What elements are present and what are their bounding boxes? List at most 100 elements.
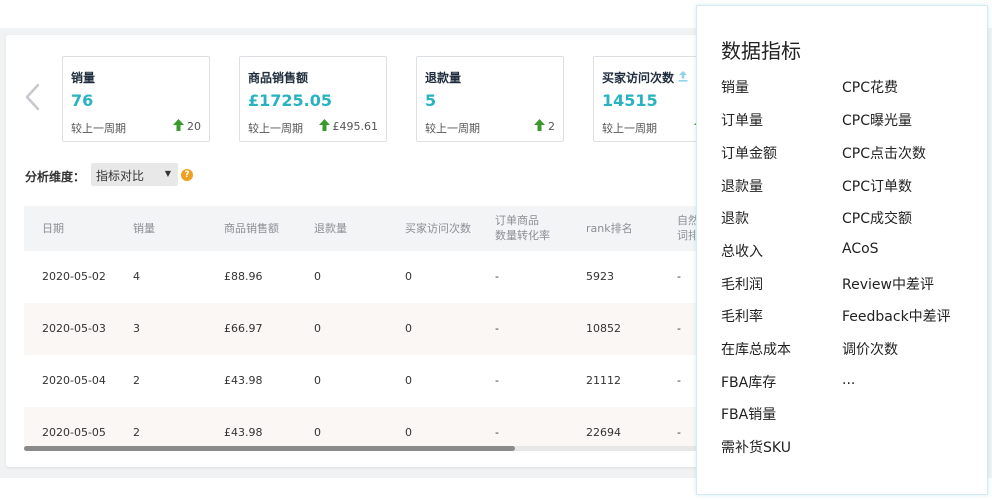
metric-item[interactable]: Feedback中差评 <box>842 306 951 326</box>
cell-rank: 21112 <box>586 374 621 387</box>
cell-sales: 3 <box>133 322 140 335</box>
kpi-title: 买家访问次数 <box>602 69 688 86</box>
table-header: 日期 销量 商品销售额 退款量 买家访问次数 订单商品 数量转化率 rank排名… <box>24 206 706 251</box>
kpi-compare-label: 较上一周期 <box>602 122 657 135</box>
kpi-title: 商品销售额 <box>248 71 309 85</box>
kpi-compare-label: 较上一周期 <box>71 122 126 135</box>
kpi-value: 76 <box>71 91 94 110</box>
export-icon[interactable] <box>678 71 688 82</box>
kpi-value: £1725.05 <box>248 91 333 110</box>
cell-conversion: - <box>495 426 499 439</box>
column-header-sales: 销量 <box>133 222 155 235</box>
cell-refunds: 0 <box>314 270 321 283</box>
kpi-value: 14515 <box>602 91 658 110</box>
cell-sales: 2 <box>133 374 140 387</box>
kpi-delta-value: 2 <box>548 120 555 133</box>
column-header-visits: 买家访问次数 <box>405 222 471 235</box>
cell-rank: 5923 <box>586 270 614 283</box>
cell-rank: 10852 <box>586 322 621 335</box>
cell-date: 2020-05-04 <box>42 374 106 387</box>
cell-refunds: 0 <box>314 426 321 439</box>
metric-item[interactable]: 在库总成本 <box>721 339 791 359</box>
cell-visits: 0 <box>405 270 412 283</box>
cell-organic: - <box>677 426 681 439</box>
cell-revenue: £88.96 <box>224 270 263 283</box>
arrow-up-icon <box>318 119 330 131</box>
kpi-compare-label: 较上一周期 <box>425 122 480 135</box>
data-table: 日期 销量 商品销售额 退款量 买家访问次数 订单商品 数量转化率 rank排名… <box>24 206 706 451</box>
kpi-delta: £495.61 <box>318 119 379 133</box>
cell-sales: 2 <box>133 426 140 439</box>
cell-conversion: - <box>495 270 499 283</box>
help-icon[interactable]: ? <box>181 169 193 181</box>
kpi-delta-value: 20 <box>187 120 201 133</box>
kpi-delta-value: £495.61 <box>332 120 379 133</box>
cell-sales: 4 <box>133 270 140 283</box>
cell-organic: - <box>677 270 681 283</box>
dimension-select[interactable]: 指标对比 ▼ <box>91 163 178 186</box>
chevron-left-icon <box>25 83 40 111</box>
kpi-value: 5 <box>425 91 437 110</box>
column-header-date: 日期 <box>42 222 64 235</box>
metric-item[interactable]: 订单金额 <box>721 143 777 163</box>
metric-item[interactable]: 退款 <box>721 208 749 228</box>
kpi-card-revenue[interactable]: 商品销售额 £1725.05 较上一周期 £495.61 <box>239 56 387 142</box>
cell-conversion: - <box>495 374 499 387</box>
column-header-conversion-line1: 订单商品 <box>495 214 539 227</box>
metric-item[interactable]: CPC成交额 <box>842 208 912 228</box>
metric-item[interactable]: FBA库存 <box>721 372 776 392</box>
cell-visits: 0 <box>405 426 412 439</box>
metric-item[interactable]: CPC点击次数 <box>842 143 926 163</box>
metric-item[interactable]: 毛利润 <box>721 274 763 294</box>
metric-item[interactable]: CPC曝光量 <box>842 110 912 130</box>
metric-item[interactable]: 需补货SKU <box>721 437 791 457</box>
metric-item[interactable]: Review中差评 <box>842 274 934 294</box>
column-header-refunds: 退款量 <box>314 222 347 235</box>
kpi-delta: 20 <box>173 119 201 133</box>
dimension-label: 分析维度： <box>25 170 86 184</box>
metric-item[interactable]: 销量 <box>721 77 749 97</box>
column-header-revenue: 商品销售额 <box>224 222 279 235</box>
kpi-compare-label: 较上一周期 <box>248 122 303 135</box>
dimension-select-value: 指标对比 <box>96 169 145 183</box>
cell-visits: 0 <box>405 322 412 335</box>
kpi-card-sales[interactable]: 销量 76 较上一周期 20 <box>62 56 210 142</box>
cell-visits: 0 <box>405 374 412 387</box>
kpi-title: 销量 <box>71 71 96 85</box>
cell-organic: - <box>677 374 681 387</box>
cell-date: 2020-05-03 <box>42 322 106 335</box>
table-row: 2020-05-05 2 £43.98 0 0 - 22694 - <box>24 407 706 451</box>
arrow-up-icon <box>534 119 545 131</box>
kpi-delta: 2 <box>534 119 555 133</box>
kpi-card-refunds[interactable]: 退款量 5 较上一周期 2 <box>416 56 564 142</box>
metric-item[interactable]: 总收入 <box>721 241 763 261</box>
metric-item[interactable]: 调价次数 <box>842 339 898 359</box>
scrollbar-thumb[interactable] <box>24 446 515 451</box>
table-row: 2020-05-04 2 £43.98 0 0 - 21112 - <box>24 355 706 407</box>
cell-revenue: £66.97 <box>224 322 263 335</box>
cell-refunds: 0 <box>314 374 321 387</box>
cell-date: 2020-05-05 <box>42 426 106 439</box>
metrics-panel: 数据指标 销量 订单量 订单金额 退款量 退款 总收入 毛利润 毛利率 在库总成… <box>696 5 988 495</box>
horizontal-scrollbar[interactable] <box>24 446 700 451</box>
cell-organic: - <box>677 322 681 335</box>
prev-arrow-button[interactable] <box>22 82 44 112</box>
metric-item[interactable]: ACoS <box>842 241 879 257</box>
cell-revenue: £43.98 <box>224 374 263 387</box>
metric-item[interactable]: 毛利率 <box>721 306 763 326</box>
metric-item[interactable]: 退款量 <box>721 176 763 196</box>
column-header-rank: rank排名 <box>586 222 633 235</box>
metric-item[interactable]: ... <box>842 372 855 388</box>
caret-down-icon: ▼ <box>164 169 171 178</box>
table-row: 2020-05-02 4 £88.96 0 0 - 5923 - <box>24 251 706 303</box>
metric-item[interactable]: CPC花费 <box>842 77 898 97</box>
panel-title: 数据指标 <box>721 39 801 63</box>
metric-item[interactable]: 订单量 <box>721 110 763 130</box>
cell-revenue: £43.98 <box>224 426 263 439</box>
kpi-title-text: 买家访问次数 <box>602 71 675 85</box>
metric-item[interactable]: FBA销量 <box>721 404 776 424</box>
cell-rank: 22694 <box>586 426 621 439</box>
cell-refunds: 0 <box>314 322 321 335</box>
metric-item[interactable]: CPC订单数 <box>842 176 912 196</box>
column-header-conversion-line2: 数量转化率 <box>495 229 550 242</box>
